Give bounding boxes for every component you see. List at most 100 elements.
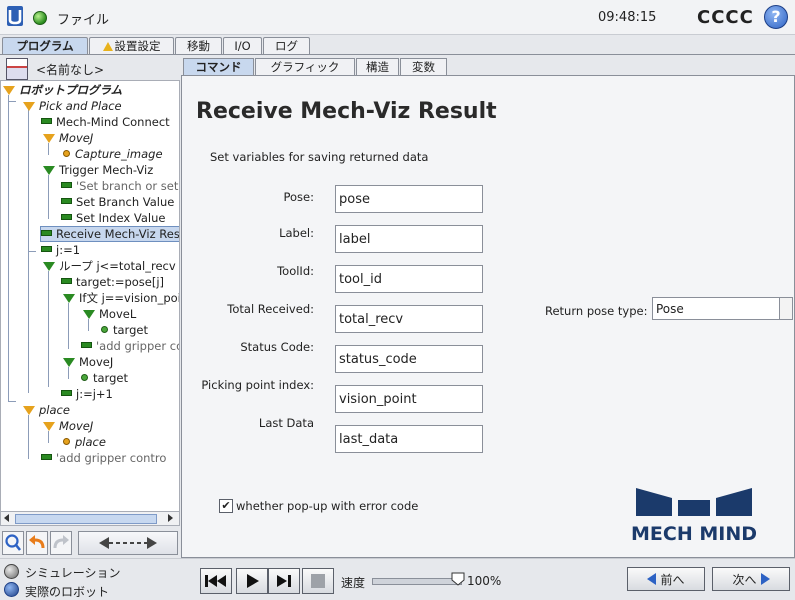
svg-text:MECH MIND: MECH MIND bbox=[631, 523, 757, 544]
tree-node-j-increment[interactable]: j:=j+1 bbox=[61, 387, 113, 401]
folder-open-icon bbox=[43, 166, 55, 175]
tree-node-mech-mind-connect[interactable]: Mech-Mind Connect bbox=[41, 115, 170, 129]
tab-divider bbox=[0, 54, 795, 55]
undo-icon bbox=[29, 535, 45, 549]
tab-io[interactable]: I/O bbox=[223, 37, 262, 55]
status-code-label: Status Code: bbox=[240, 340, 314, 354]
command-icon bbox=[41, 118, 52, 124]
command-icon bbox=[61, 182, 72, 188]
previous-button[interactable]: 前へ bbox=[627, 567, 705, 591]
command-icon bbox=[61, 198, 72, 204]
tree-node-comment[interactable]: 'Set branch or set i bbox=[61, 179, 179, 193]
label-label: Label: bbox=[279, 226, 314, 240]
program-name: <名前なし> bbox=[36, 63, 105, 77]
command-icon bbox=[41, 246, 52, 252]
folder-open-icon bbox=[83, 310, 95, 319]
real-robot-mode-label[interactable]: 実際のロボット bbox=[25, 583, 109, 600]
tree-node-loop[interactable]: ループ j<=total_recv bbox=[43, 259, 176, 273]
label-field[interactable]: label bbox=[335, 225, 483, 253]
tab-structure[interactable]: 構造 bbox=[356, 58, 399, 75]
tree-node-receive-mech-viz-result[interactable]: Receive Mech-Viz Res bbox=[40, 226, 179, 242]
error-popup-checkbox-label: whether pop-up with error code bbox=[236, 499, 419, 513]
tree-node-pick-and-place[interactable]: Pick and Place bbox=[23, 99, 122, 113]
search-button[interactable] bbox=[2, 531, 24, 555]
tree-node-capture-image[interactable]: Capture_image bbox=[63, 147, 163, 161]
speed-slider-track[interactable] bbox=[372, 578, 462, 585]
tree-horizontal-scrollbar[interactable] bbox=[0, 511, 180, 526]
undo-button[interactable] bbox=[26, 531, 48, 555]
command-icon bbox=[61, 214, 72, 220]
arrow-left-icon bbox=[647, 573, 657, 585]
tree-node-movej[interactable]: MoveJ bbox=[43, 131, 93, 145]
tab-program[interactable]: プログラム bbox=[2, 37, 88, 55]
error-popup-checkbox[interactable]: ✔ bbox=[219, 499, 233, 513]
folder-open-icon bbox=[3, 86, 15, 95]
status-green-icon bbox=[33, 11, 47, 25]
scroll-right-icon[interactable] bbox=[168, 514, 173, 522]
tree-node-place-waypoint[interactable]: place bbox=[63, 435, 106, 449]
file-menu[interactable]: ファイル bbox=[57, 9, 109, 28]
tree-node-place[interactable]: place bbox=[23, 403, 70, 417]
play-icon bbox=[247, 574, 259, 588]
tree-node-target-waypoint-2[interactable]: target bbox=[81, 371, 128, 385]
tree-node-set-index-value[interactable]: Set Index Value bbox=[61, 211, 165, 225]
pose-field[interactable]: pose bbox=[335, 185, 483, 213]
simulation-mode-icon[interactable] bbox=[4, 564, 19, 579]
folder-open-icon bbox=[63, 358, 75, 367]
program-tree[interactable]: ロボットプログラム Pick and Place Mech-Mind Conne… bbox=[0, 80, 180, 512]
command-icon bbox=[61, 278, 72, 284]
rewind-button[interactable] bbox=[200, 568, 232, 594]
rewind-icon bbox=[205, 575, 226, 587]
stop-button[interactable] bbox=[302, 568, 334, 594]
tab-variables[interactable]: 変数 bbox=[400, 58, 447, 75]
scrollbar-thumb[interactable] bbox=[15, 514, 157, 524]
command-icon bbox=[41, 454, 52, 460]
page-title: Receive Mech-Viz Result bbox=[196, 99, 497, 124]
picking-point-index-field[interactable]: vision_point bbox=[335, 385, 483, 413]
tree-node-trigger-mech-viz[interactable]: Trigger Mech-Viz bbox=[43, 163, 153, 177]
tab-installation-label: 設置設定 bbox=[114, 39, 161, 53]
tree-node-movej-2[interactable]: MoveJ bbox=[63, 355, 113, 369]
tree-node-target-assign[interactable]: target:=pose[j] bbox=[61, 275, 164, 289]
last-data-field[interactable]: last_data bbox=[335, 425, 483, 453]
tree-node-add-gripper-control[interactable]: 'add gripper contro bbox=[41, 451, 166, 465]
universal-robots-logo bbox=[7, 6, 23, 26]
tab-graphics[interactable]: グラフィック bbox=[255, 58, 355, 75]
tree-node-j-assign[interactable]: j:=1 bbox=[41, 243, 80, 257]
robot-name: CCCC bbox=[697, 7, 754, 28]
redo-button[interactable] bbox=[50, 531, 72, 555]
command-icon bbox=[61, 390, 72, 396]
total-received-field[interactable]: total_recv bbox=[335, 305, 483, 333]
page-subtitle: Set variables for saving returned data bbox=[210, 150, 429, 164]
next-button[interactable]: 次へ bbox=[712, 567, 790, 591]
tree-navigation-button[interactable] bbox=[78, 531, 178, 555]
toolid-field[interactable]: tool_id bbox=[335, 265, 483, 293]
tab-move[interactable]: 移動 bbox=[175, 37, 222, 55]
speed-slider-thumb[interactable] bbox=[451, 572, 465, 586]
tree-node-set-branch-value[interactable]: Set Branch Value bbox=[61, 195, 174, 209]
chevron-down-icon bbox=[779, 298, 792, 319]
folder-open-icon bbox=[43, 422, 55, 431]
redo-icon bbox=[53, 535, 69, 549]
return-pose-type-select[interactable]: Pose bbox=[652, 297, 793, 320]
status-code-field[interactable]: status_code bbox=[335, 345, 483, 373]
tab-command[interactable]: コマンド bbox=[183, 58, 254, 75]
waypoint-icon bbox=[101, 326, 108, 333]
stop-icon bbox=[311, 574, 325, 588]
tree-node-add-gripper-comment[interactable]: 'add gripper co bbox=[81, 339, 179, 353]
simulation-mode-label[interactable]: シミュレーション bbox=[25, 564, 121, 581]
tab-log[interactable]: ログ bbox=[263, 37, 310, 55]
step-button[interactable] bbox=[268, 568, 300, 594]
tree-node-target-waypoint[interactable]: target bbox=[101, 323, 148, 337]
real-robot-mode-icon[interactable] bbox=[4, 582, 19, 597]
tree-node-movej-3[interactable]: MoveJ bbox=[43, 419, 93, 433]
tree-node-movel[interactable]: MoveL bbox=[83, 307, 136, 321]
tree-node-if[interactable]: If文 j==vision_poi bbox=[63, 291, 179, 305]
tree-node-robot-program[interactable]: ロボットプログラム bbox=[3, 83, 122, 97]
waypoint-icon bbox=[63, 438, 70, 445]
help-icon[interactable]: ? bbox=[764, 5, 788, 29]
save-program-icon[interactable] bbox=[6, 58, 28, 80]
play-button[interactable] bbox=[236, 568, 268, 594]
scroll-left-icon[interactable] bbox=[4, 514, 9, 522]
tab-installation[interactable]: 設置設定 bbox=[89, 37, 174, 55]
